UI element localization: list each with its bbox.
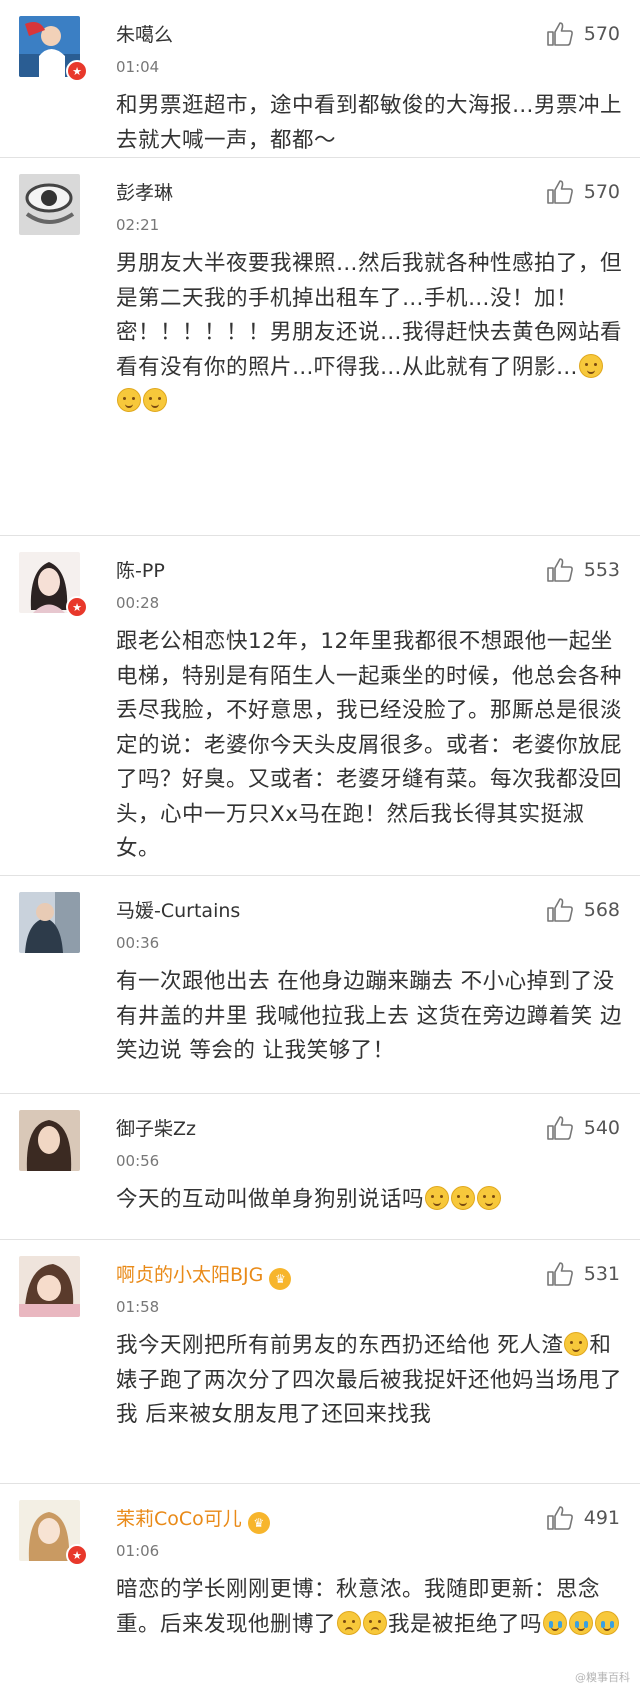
avatar[interactable] [19,174,80,235]
watermark: @糗事百科 [575,1671,630,1684]
like-count: 491 [583,1507,620,1529]
like-button[interactable]: 568 [546,897,620,923]
crying-emoji-icon [543,1610,568,1635]
comment-text: 和男票逛超市，途中看到都敏俊的大海报…男票冲上去就大喊一声，都都～ [116,93,623,153]
verified-badge-icon: ★ [66,1544,88,1566]
like-button[interactable]: 553 [546,557,620,583]
crying-emoji-icon [595,1610,620,1635]
comment-text: 男朋友大半夜要我裸照…然后我就各种性感拍了，但是第二天我的手机掉出租车了…手机…… [116,247,628,420]
like-count: 531 [583,1263,620,1285]
comment-time: 00:28 [116,594,160,612]
avatar[interactable] [19,1256,80,1317]
thumbs-up-icon [546,22,573,46]
comment-time: 01:04 [116,58,160,76]
comment-item: 马媛-Curtains 00:36 568 有一次跟他出去 在他身边蹦来蹦去 不… [0,876,640,1094]
like-count: 568 [583,899,620,921]
thumbs-up-icon [546,898,573,922]
username[interactable]: 御子柴Zz [116,1114,196,1141]
username[interactable]: 彭孝琳 [116,178,173,205]
comment-item: 啊贞的小太阳BJG ♛ 01:58 531 我今天刚把所有前男友的东西扔还给他 死… [0,1240,640,1484]
comment-text: 我今天刚把所有前男友的东西扔还给他 死人渣 和婊子跑了两次分了四次最后被我捉奸还他… [116,1332,623,1427]
thumbs-up-icon [546,1506,573,1530]
crown-icon: ♛ [247,1512,270,1534]
like-count: 570 [583,23,620,45]
like-count: 540 [583,1117,620,1139]
like-button[interactable]: 570 [546,21,620,47]
like-button[interactable]: 531 [546,1261,620,1287]
comment-time: 01:06 [116,1542,160,1560]
comment-time: 02:21 [116,216,160,234]
avatar[interactable] [19,892,80,953]
like-button[interactable]: 570 [546,179,620,205]
crying-emoji-icon [569,1610,594,1635]
comment-time: 01:58 [116,1298,160,1316]
thumbs-up-icon [546,1262,573,1286]
emoji-icon [579,353,604,378]
sad-emoji-icon [363,1610,388,1635]
verified-badge-icon: ★ [66,596,88,618]
comment-time: 00:56 [116,1152,160,1170]
thumbs-up-icon [546,180,573,204]
comment-text: 有一次跟他出去 在他身边蹦来蹦去 不小心掉到了没有井盖的井里 我喊他拉我上去 这… [116,969,623,1063]
thumbs-up-icon [546,558,573,582]
emoji-icon [425,1186,450,1210]
comment-text: 跟老公相恋快12年，12年里我都很不想跟他一起坐电梯，特别是有陌生人一起乘坐的时… [116,629,623,861]
verified-badge-icon: ★ [66,60,88,82]
comment-item: ★ 朱噶么 01:04 570 和男票逛超市，途中看到都敏俊的大海报…男票冲上去… [0,0,640,158]
emoji-icon [143,388,167,412]
like-button[interactable]: 491 [546,1505,620,1531]
sad-emoji-icon [337,1610,362,1635]
comment-text: 今天的互动叫做单身狗别说话吗 [116,1183,628,1218]
comment-feed: ★ 朱噶么 01:04 570 和男票逛超市，途中看到都敏俊的大海报…男票冲上去… [0,0,640,1687]
comment-item: ★ 陈-PP 00:28 553 跟老公相恋快12年，12年里我都很不想跟他一起… [0,536,640,876]
emoji-icon [451,1186,476,1210]
comment-time: 00:36 [116,934,160,952]
emoji-icon [477,1186,502,1210]
username[interactable]: 马媛-Curtains [116,896,240,923]
username[interactable]: 陈-PP [116,556,165,583]
comment-item: ★ 茉莉CoCo可儿 ♛ 01:06 491 暗恋的学长刚刚更博：秋意浓。我随即更… [0,1484,640,1687]
emoji-icon [564,1332,589,1356]
thumbs-up-icon [546,1116,573,1140]
like-count: 553 [583,559,620,581]
comment-text: 暗恋的学长刚刚更博：秋意浓。我随即更新：思念重。后来发现他删博了 我是被拒绝了吗 [116,1573,628,1642]
username[interactable]: 啊贞的小太阳BJG ♛ [116,1260,292,1290]
like-button[interactable]: 540 [546,1115,620,1141]
username[interactable]: 朱噶么 [116,20,173,47]
username[interactable]: 茉莉CoCo可儿 ♛ [116,1504,270,1534]
emoji-icon [117,388,141,412]
crown-icon: ♛ [269,1268,292,1290]
comment-item: 彭孝琳 02:21 570 男朋友大半夜要我裸照…然后我就各种性感拍了，但是第二… [0,158,640,536]
comment-item: 御子柴Zz 00:56 540 今天的互动叫做单身狗别说话吗 [0,1094,640,1240]
like-count: 570 [583,181,620,203]
avatar[interactable] [19,1110,80,1171]
